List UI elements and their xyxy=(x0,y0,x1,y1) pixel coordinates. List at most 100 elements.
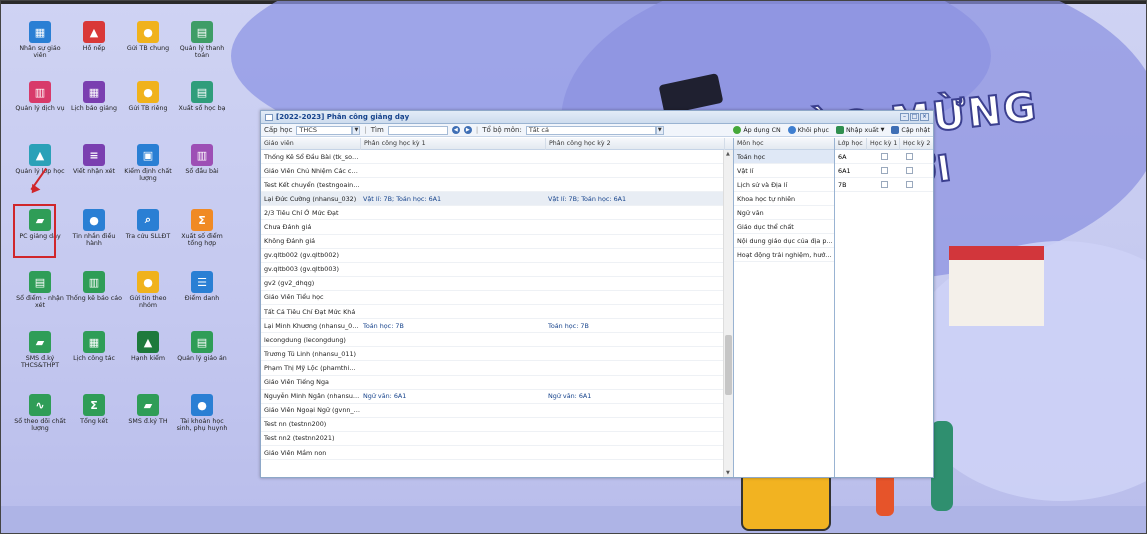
subject-item[interactable]: Nội dung giáo dục của địa p... xyxy=(734,234,834,248)
column-header-teacher[interactable]: Giáo viên xyxy=(261,137,361,150)
update-button[interactable]: Cập nhật xyxy=(891,126,930,134)
subject-item[interactable]: Vật lí xyxy=(734,164,834,178)
desktop-icon[interactable]: ● Tài khoản học sinh, phụ huynh xyxy=(174,394,230,432)
desktop-icon[interactable]: ▥ Thống kê báo cáo xyxy=(66,271,122,302)
table-row[interactable]: Test nn (testnn200) xyxy=(261,418,733,432)
subject-item[interactable]: Lịch sử và Địa lí xyxy=(734,178,834,192)
table-row[interactable]: gv.qltb002 (gv.qltb002) xyxy=(261,249,733,263)
close-icon[interactable]: × xyxy=(920,113,929,121)
hk1-checkbox[interactable] xyxy=(881,153,888,160)
desktop-icon[interactable]: ▲ Hạnh kiểm xyxy=(120,331,176,362)
desktop-icon[interactable]: ▤ Xuất sổ học bạ xyxy=(174,81,230,112)
desktop-icon[interactable]: ☰ Điểm danh xyxy=(174,271,230,302)
desktop-icon[interactable]: ▤ Quản lý giáo án xyxy=(174,331,230,362)
column-header-class-hk2[interactable]: Học kỳ 2 xyxy=(900,138,933,150)
level-select[interactable]: THCS ▼ xyxy=(296,125,361,135)
table-row[interactable]: Phạm Thị Mỹ Lộc (phamthimyloc... xyxy=(261,361,733,376)
desktop-icon-label: Gửi TB chung xyxy=(126,45,170,52)
column-header-class[interactable]: Lớp học xyxy=(835,137,867,150)
table-row[interactable]: Thống Kê Sổ Đầu Bài (tk_sodau... xyxy=(261,150,733,165)
desktop-icon[interactable]: ▲ Quản lý lớp học xyxy=(12,144,68,175)
dept-select-value[interactable]: Tất cả xyxy=(525,125,656,135)
class-row[interactable]: 7B xyxy=(835,178,933,192)
desktop-icon[interactable]: ▥ Sổ đầu bài xyxy=(174,144,230,175)
teacher-cell: lecongdung (lecongdung) xyxy=(264,335,346,344)
table-row[interactable]: Giáo Viên Ngoại Ngữ (gvnn_2020) xyxy=(261,404,733,418)
desktop-icon[interactable]: ▦ Lịch báo giảng xyxy=(66,81,122,112)
subject-item[interactable]: Ngữ văn xyxy=(734,206,834,220)
desktop-icon[interactable]: ▰ SMS đ.ký THCS&THPT xyxy=(12,331,68,369)
table-row[interactable]: 2/3 Tiêu Chí Ở Mức Đạt xyxy=(261,206,733,221)
chevron-down-icon[interactable]: ▼ xyxy=(655,125,664,135)
table-row[interactable]: lecongdung (lecongdung) xyxy=(261,333,733,348)
column-header-class-hk1[interactable]: Học kỳ 1 xyxy=(867,137,900,150)
desktop-icon[interactable]: ▥ Quản lý dịch vụ xyxy=(12,81,68,112)
desktop-icon[interactable]: ● Gửi TB chung xyxy=(120,21,176,52)
lesson-plan-icon: ▤ xyxy=(191,331,213,353)
desktop: ÀO MỪNG ỚI ▦Nhân sự giáo viên▲Hồ nếp●Gửi… xyxy=(0,0,1147,534)
desktop-icon[interactable]: ∿ Sổ theo dõi chất lượng xyxy=(12,394,68,432)
subject-item[interactable]: Toán học xyxy=(734,150,834,164)
import-export-label: Nhập xuất xyxy=(845,126,879,134)
subject-item[interactable]: Khoa học tự nhiên xyxy=(734,192,834,206)
desktop-icon[interactable]: ≡ Viết nhận xét xyxy=(66,144,122,175)
desktop-icon[interactable]: ● Gửi TB riêng xyxy=(120,81,176,112)
table-row[interactable]: Nguyễn Minh Ngân (nhansu_001) Ngữ văn: 6A… xyxy=(261,390,733,404)
table-row[interactable]: Test Kết chuyển (testngoaingu) xyxy=(261,178,733,193)
table-row[interactable]: Giáo Viên Tiểu học xyxy=(261,291,733,306)
minimize-icon[interactable]: – xyxy=(900,113,909,121)
desktop-icon[interactable]: ▲ Hồ nếp xyxy=(66,21,122,52)
table-row[interactable]: Tất Cả Tiêu Chí Đạt Mức Khá xyxy=(261,305,733,320)
scrollbar-thumb[interactable] xyxy=(725,335,732,395)
apply-cn-button[interactable]: Áp dụng CN xyxy=(733,126,781,134)
class-row[interactable]: 6A xyxy=(835,150,933,164)
maximize-icon[interactable]: □ xyxy=(910,113,919,121)
desktop-icon[interactable]: Σ Xuất số điểm tổng hợp xyxy=(174,209,230,247)
desktop-icon[interactable]: ⌕ Tra cứu SLLĐT xyxy=(120,209,176,240)
table-row[interactable]: Lại Đức Cường (nhansu_032) Vật lí: 7B; To… xyxy=(261,192,733,207)
desktop-icon[interactable]: Σ Tổng kết xyxy=(66,394,122,425)
teacher-cell: Test Kết chuyển (testngoaingu) xyxy=(264,180,361,189)
search-input[interactable] xyxy=(387,125,448,135)
class-row[interactable]: 6A1 xyxy=(835,164,933,178)
desktop-icon[interactable]: ▰ SMS đ.ký TH xyxy=(120,394,176,425)
desktop-icon[interactable]: ▤ Sổ điểm - nhận xét xyxy=(12,271,68,309)
table-row[interactable]: Chưa Đánh giá xyxy=(261,220,733,235)
scroll-up-icon[interactable]: ▲ xyxy=(726,151,730,157)
column-header-hk1[interactable]: Phân công học kỳ 1 xyxy=(361,137,546,150)
desktop-icon[interactable]: ▦ Lịch công tác xyxy=(66,331,122,362)
desktop-icon[interactable]: ▤ Quản lý thanh toán xyxy=(174,21,230,59)
table-row[interactable]: Giáo Viên Mầm non xyxy=(261,446,733,461)
hk1-checkbox[interactable] xyxy=(881,167,888,174)
desktop-icon[interactable]: ● Tin nhắn điều hành xyxy=(66,209,122,247)
subject-item[interactable]: Hoạt động trải nghiệm, hướ... xyxy=(734,248,834,262)
desktop-icon[interactable]: ▦ Nhân sự giáo viên xyxy=(12,21,68,59)
table-row[interactable]: gv2 (gv2_dhqg) xyxy=(261,277,733,291)
hk1-checkbox[interactable] xyxy=(881,181,888,188)
table-row[interactable]: gv.qltb003 (gv.qltb003) xyxy=(261,263,733,277)
hk2-checkbox[interactable] xyxy=(906,167,913,174)
desktop-icon[interactable]: ▣ Kiểm định chất lượng xyxy=(120,144,176,182)
hk2-checkbox[interactable] xyxy=(906,181,913,188)
table-row[interactable]: Lại Minh Khương (nhansu_030) Toán học: 7B… xyxy=(261,319,733,334)
table-row[interactable]: Trương Tú Linh (nhansu_011) xyxy=(261,347,733,362)
desktop-icon[interactable]: ● Gửi tin theo nhóm xyxy=(120,271,176,309)
hk2-checkbox[interactable] xyxy=(906,153,913,160)
level-select-value[interactable]: THCS xyxy=(296,125,353,135)
next-icon[interactable]: ▶ xyxy=(463,126,472,134)
window-titlebar[interactable]: [2022-2023] Phân công giảng dạy – □ × xyxy=(261,111,933,124)
import-export-button[interactable]: Nhập xuất ▼ xyxy=(835,126,884,134)
scroll-down-icon[interactable]: ▼ xyxy=(726,470,730,476)
prev-icon[interactable]: ◀ xyxy=(451,126,460,134)
column-header-subject[interactable]: Môn học xyxy=(734,138,834,150)
dept-select[interactable]: Tất cả ▼ xyxy=(525,125,664,135)
subject-item[interactable]: Giáo dục thể chất xyxy=(734,220,834,234)
column-header-hk2[interactable]: Phân công học kỳ 2 xyxy=(546,137,725,150)
grid-scrollbar[interactable]: ▲ ▼ xyxy=(723,150,733,477)
restore-button[interactable]: Khôi phục xyxy=(787,126,829,134)
table-row[interactable]: Không Đánh giá xyxy=(261,235,733,249)
table-row[interactable]: Giáo Viên Chủ Nhiệm Các cấp (g... xyxy=(261,164,733,179)
chevron-down-icon[interactable]: ▼ xyxy=(352,125,361,135)
table-row[interactable]: Giáo Viên Tiếng Nga xyxy=(261,376,733,390)
table-row[interactable]: Test nn2 (testnn2021) xyxy=(261,432,733,446)
